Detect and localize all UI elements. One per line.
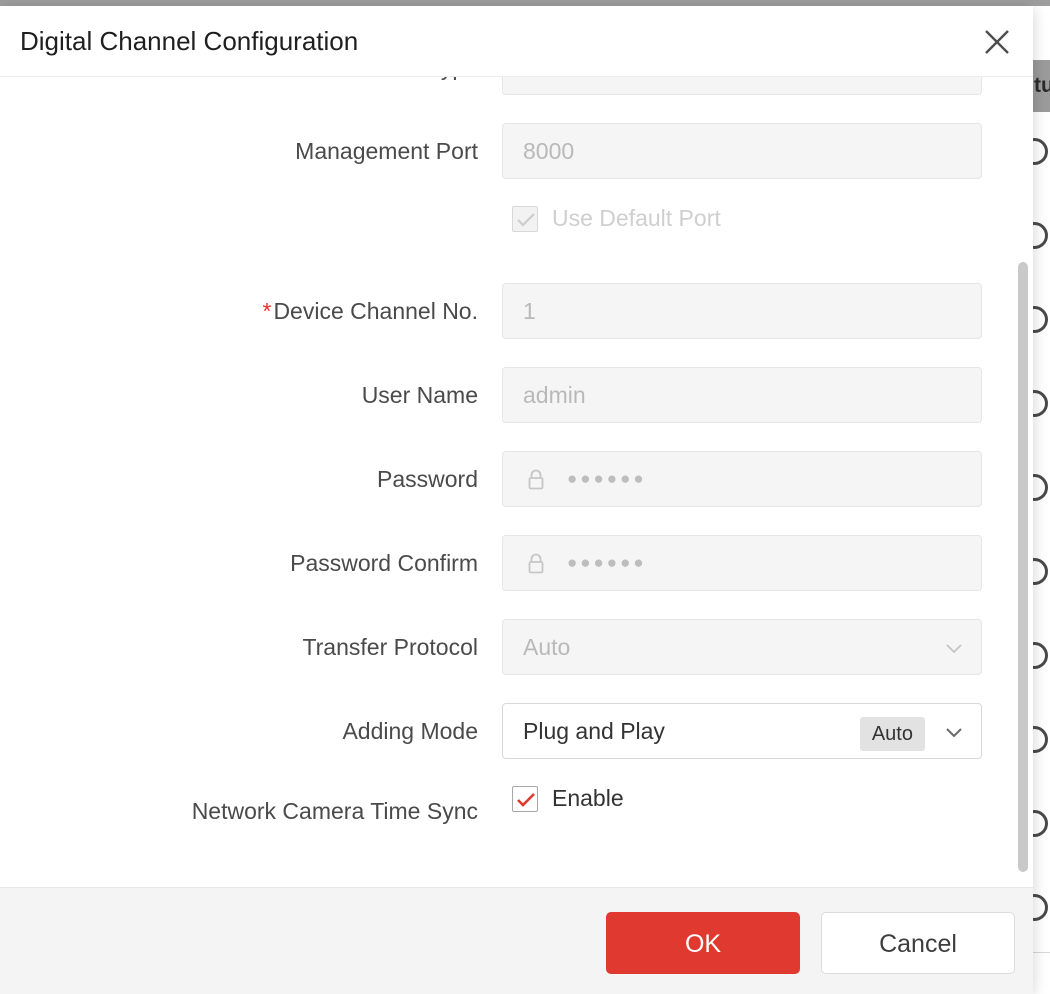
- adding-mode-auto-tag: Auto: [860, 717, 925, 751]
- network-camera-time-sync-label: Enable: [552, 785, 624, 812]
- chevron-down-icon[interactable]: [943, 721, 965, 743]
- status-circle-icon: [1033, 390, 1048, 417]
- password-input[interactable]: ●●●●●●: [502, 451, 982, 507]
- label-management-port: Management Port: [295, 109, 478, 193]
- form-row-use-default-port: Use Default Port: [0, 193, 1033, 269]
- user-name-value: admin: [523, 368, 586, 422]
- dialog-title: Digital Channel Configuration: [20, 6, 358, 76]
- form-row-password-confirm: Password Confirm ●●●●●●: [0, 521, 1033, 605]
- label-network-camera-time-sync: Network Camera Time Sync: [192, 773, 478, 849]
- password-confirm-input[interactable]: ●●●●●●: [502, 535, 982, 591]
- form-row-user-name: User Name admin: [0, 353, 1033, 437]
- label-adding-mode: Adding Mode: [342, 689, 478, 773]
- required-asterisk: *: [262, 298, 271, 324]
- background-table-row: [1033, 280, 1050, 365]
- label-password: Password: [377, 437, 478, 521]
- label-protocol-type: Protocol Type: [338, 77, 478, 109]
- device-channel-no-input[interactable]: 1: [502, 283, 982, 339]
- background-device-table: tu: [1033, 6, 1050, 994]
- background-table-row: [1033, 700, 1050, 785]
- form-scrollbar-thumb[interactable]: [1018, 262, 1028, 872]
- network-camera-time-sync-checkbox-wrap[interactable]: Enable: [512, 785, 624, 812]
- form-row-adding-mode: Adding Mode Plug and Play Auto: [0, 689, 1033, 773]
- status-circle-icon: [1033, 726, 1048, 753]
- ok-button[interactable]: OK: [606, 912, 800, 974]
- management-port-input[interactable]: 8000: [502, 123, 982, 179]
- label-password-confirm: Password Confirm: [290, 521, 478, 605]
- dialog-footer: OK Cancel: [0, 887, 1033, 994]
- protocol-type-value: HIKVISION: [523, 77, 639, 94]
- device-channel-no-value: 1: [523, 284, 536, 338]
- protocol-type-select[interactable]: HIKVISION: [502, 77, 982, 95]
- status-circle-icon: [1033, 222, 1048, 249]
- chevron-down-icon: [943, 77, 965, 79]
- background-table-row: [1033, 364, 1050, 449]
- transfer-protocol-select[interactable]: Auto: [502, 619, 982, 675]
- form-row-management-port: Management Port 8000: [0, 109, 1033, 193]
- form-row-protocol-type: Protocol Type HIKVISION: [0, 77, 1033, 109]
- chevron-down-icon: [943, 637, 965, 659]
- password-confirm-masked-value: ●●●●●●: [567, 536, 647, 590]
- label-device-channel-no-text: Device Channel No.: [273, 298, 478, 324]
- transfer-protocol-value: Auto: [523, 620, 570, 674]
- status-circle-icon: [1033, 306, 1048, 333]
- background-table-row: [1033, 112, 1050, 197]
- status-circle-icon: [1033, 894, 1048, 921]
- close-icon[interactable]: [975, 20, 1019, 64]
- status-circle-icon: [1033, 810, 1048, 837]
- use-default-port-checkbox-wrap[interactable]: Use Default Port: [512, 205, 721, 232]
- management-port-value: 8000: [523, 124, 574, 178]
- password-masked-value: ●●●●●●: [567, 452, 647, 506]
- background-table-row: [1033, 448, 1050, 533]
- use-default-port-checkbox[interactable]: [512, 206, 538, 232]
- adding-mode-value: Plug and Play: [523, 704, 665, 758]
- user-name-input[interactable]: admin: [502, 367, 982, 423]
- background-table-row: [1033, 784, 1050, 869]
- label-device-channel-no: *Device Channel No.: [262, 269, 478, 353]
- label-transfer-protocol: Transfer Protocol: [302, 605, 478, 689]
- form-row-network-camera-time-sync: Network Camera Time Sync Enable: [0, 773, 1033, 849]
- label-user-name: User Name: [362, 353, 478, 437]
- status-circle-icon: [1033, 642, 1048, 669]
- configuration-form: Protocol Type HIKVISION Management Port …: [0, 77, 1033, 849]
- adding-mode-select[interactable]: Plug and Play Auto: [502, 703, 982, 759]
- background-table-row: [1033, 532, 1050, 617]
- form-row-transfer-protocol: Transfer Protocol Auto: [0, 605, 1033, 689]
- status-circle-icon: [1033, 558, 1048, 585]
- lock-icon: [523, 467, 549, 493]
- status-circle-icon: [1033, 474, 1048, 501]
- background-table-row: [1033, 616, 1050, 701]
- status-circle-icon: [1033, 138, 1048, 165]
- cancel-button[interactable]: Cancel: [821, 912, 1015, 974]
- form-row-password: Password ●●●●●●: [0, 437, 1033, 521]
- dialog-header: Digital Channel Configuration: [0, 6, 1033, 77]
- network-camera-time-sync-checkbox[interactable]: [512, 786, 538, 812]
- background-table-row: [1033, 868, 1050, 953]
- digital-channel-configuration-dialog: Digital Channel Configuration Protocol T…: [0, 6, 1033, 994]
- background-table-row: [1033, 196, 1050, 281]
- dialog-body: Protocol Type HIKVISION Management Port …: [0, 77, 1033, 888]
- lock-icon: [523, 551, 549, 577]
- use-default-port-label: Use Default Port: [552, 205, 721, 232]
- form-row-device-channel-no: *Device Channel No. 1: [0, 269, 1033, 353]
- background-table-header-status: tu: [1033, 60, 1050, 112]
